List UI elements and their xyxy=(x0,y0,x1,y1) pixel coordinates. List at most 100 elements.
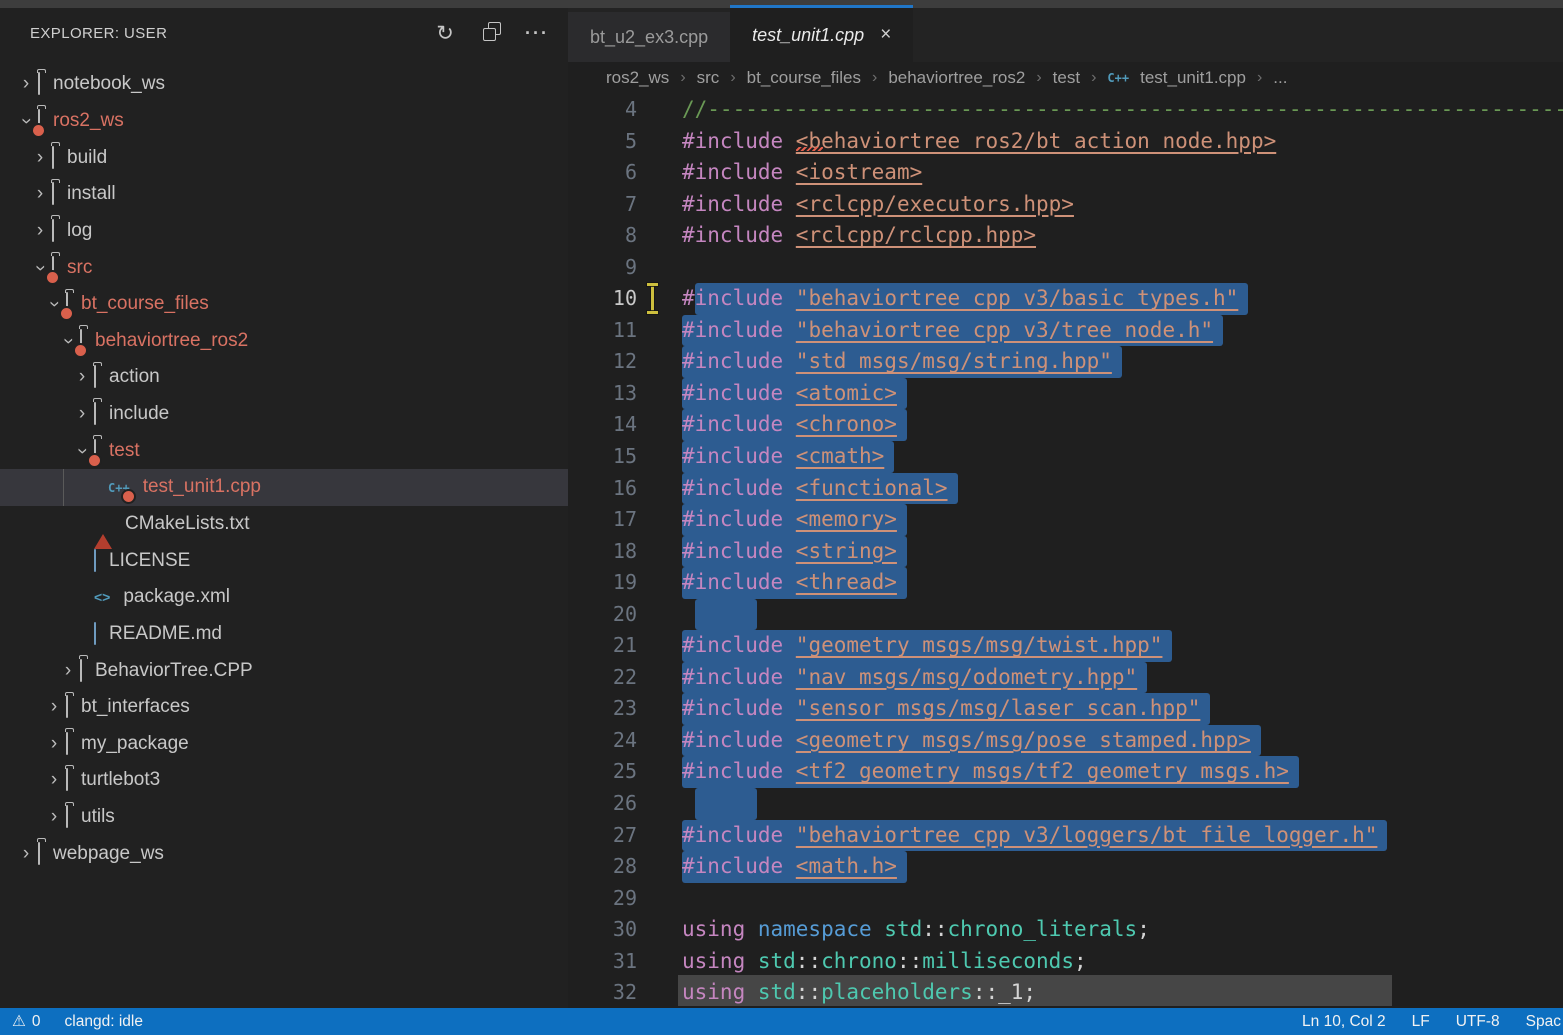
tree-item-src[interactable]: ›src xyxy=(0,249,568,286)
refresh-button[interactable]: ↻ xyxy=(432,20,458,46)
line-content[interactable]: #include "behaviortree_cpp_v3/basic_type… xyxy=(637,283,1563,315)
line-content[interactable]: using namespace std::chrono_literals; xyxy=(637,914,1563,946)
code-line-20[interactable]: 20 xyxy=(568,599,1563,631)
breadcrumb-item-test[interactable]: test xyxy=(1053,68,1080,88)
code-line-30[interactable]: 30using namespace std::chrono_literals; xyxy=(568,914,1563,946)
line-content[interactable] xyxy=(637,788,1563,820)
code-line-17[interactable]: 17#include <memory> xyxy=(568,504,1563,536)
code-line-32[interactable]: 32using std::placeholders::_1; xyxy=(568,977,1563,1008)
line-content[interactable]: #include <chrono> xyxy=(637,409,1563,441)
tree-item-LICENSE[interactable]: ›LICENSE xyxy=(0,542,568,579)
clangd-status[interactable]: clangd: idle xyxy=(65,1013,143,1031)
tree-item-my_package[interactable]: ›my_package xyxy=(0,726,568,763)
line-content[interactable]: #include <atomic> xyxy=(637,378,1563,410)
tree-item-behaviortree_ros2[interactable]: ›behaviortree_ros2 xyxy=(0,322,568,359)
more-actions-button[interactable]: ··· xyxy=(524,20,550,46)
problems-indicator[interactable]: ⚠ 0 xyxy=(12,1012,41,1031)
line-content[interactable]: #include <math.h> xyxy=(637,851,1563,883)
line-content[interactable]: #include <string> xyxy=(637,536,1563,568)
tree-item-log[interactable]: ›log xyxy=(0,213,568,250)
eol-indicator[interactable]: LF xyxy=(1412,1013,1430,1031)
code-line-25[interactable]: 25#include <tf2_geometry_msgs/tf2_geomet… xyxy=(568,756,1563,788)
tab-test_unit1.cpp[interactable]: test_unit1.cpp× xyxy=(730,5,913,62)
code-line-29[interactable]: 29 xyxy=(568,883,1563,915)
tree-item-package.xml[interactable]: ›<>package.xml xyxy=(0,579,568,616)
code-line-11[interactable]: 11#include "behaviortree_cpp_v3/tree_nod… xyxy=(568,315,1563,347)
line-content[interactable]: #include <memory> xyxy=(637,504,1563,536)
breadcrumb-item-src[interactable]: src xyxy=(697,68,720,88)
line-content[interactable]: using std::chrono::milliseconds; xyxy=(637,946,1563,978)
breadcrumb-item-ros2_ws[interactable]: ros2_ws xyxy=(606,68,669,88)
code-line-10[interactable]: 10#include "behaviortree_cpp_v3/basic_ty… xyxy=(568,283,1563,315)
line-content[interactable]: #include "nav_msgs/msg/odometry.hpp" xyxy=(637,662,1563,694)
code-line-26[interactable]: 26 xyxy=(568,788,1563,820)
line-content[interactable]: //--------------------------------------… xyxy=(637,94,1563,126)
code-line-15[interactable]: 15#include <cmath> xyxy=(568,441,1563,473)
line-content[interactable]: #include <behaviortree_ros2/bt_action_no… xyxy=(637,126,1563,158)
code-line-21[interactable]: 21#include "geometry_msgs/msg/twist.hpp" xyxy=(568,630,1563,662)
line-content[interactable]: #include <thread> xyxy=(637,567,1563,599)
tree-item-README.md[interactable]: ›README.md xyxy=(0,616,568,653)
line-content[interactable]: #include "behaviortree_cpp_v3/tree_node.… xyxy=(637,315,1563,347)
code-line-12[interactable]: 12#include "std_msgs/msg/string.hpp" xyxy=(568,346,1563,378)
tree-item-test_unit1.cpp[interactable]: ›C++test_unit1.cpp xyxy=(0,469,568,506)
line-content[interactable]: #include <tf2_geometry_msgs/tf2_geometry… xyxy=(637,756,1563,788)
line-content[interactable]: #include "behaviortree_cpp_v3/loggers/bt… xyxy=(637,820,1563,852)
code-line-27[interactable]: 27#include "behaviortree_cpp_v3/loggers/… xyxy=(568,820,1563,852)
breadcrumb-item-test_unit1.cpp[interactable]: test_unit1.cpp xyxy=(1140,68,1246,88)
breadcrumb-more[interactable]: ... xyxy=(1273,68,1287,88)
tree-item-turtlebot3[interactable]: ›turtlebot3 xyxy=(0,762,568,799)
code-line-23[interactable]: 23#include "sensor_msgs/msg/laser_scan.h… xyxy=(568,693,1563,725)
tree-item-webpage_ws[interactable]: ›webpage_ws xyxy=(0,835,568,872)
code-line-9[interactable]: 9 xyxy=(568,252,1563,284)
tree-item-test[interactable]: ›test xyxy=(0,432,568,469)
line-content[interactable]: #include <rclcpp/rclcpp.hpp> xyxy=(637,220,1563,252)
line-content[interactable]: #include "std_msgs/msg/string.hpp" xyxy=(637,346,1563,378)
collapse-all-button[interactable] xyxy=(478,20,504,46)
code-line-13[interactable]: 13#include <atomic> xyxy=(568,378,1563,410)
code-line-24[interactable]: 24#include <geometry_msgs/msg/pose_stamp… xyxy=(568,725,1563,757)
code-line-8[interactable]: 8#include <rclcpp/rclcpp.hpp> xyxy=(568,220,1563,252)
code-line-14[interactable]: 14#include <chrono> xyxy=(568,409,1563,441)
indentation-indicator[interactable]: Spac xyxy=(1526,1013,1561,1031)
tree-item-utils[interactable]: ›utils xyxy=(0,799,568,836)
line-content[interactable]: #include "sensor_msgs/msg/laser_scan.hpp… xyxy=(637,693,1563,725)
line-content[interactable] xyxy=(637,883,1563,915)
line-content[interactable]: #include <geometry_msgs/msg/pose_stamped… xyxy=(637,725,1563,757)
breadcrumb-item-behaviortree_ros2[interactable]: behaviortree_ros2 xyxy=(888,68,1025,88)
tree-item-bt_course_files[interactable]: ›bt_course_files xyxy=(0,286,568,323)
line-content[interactable] xyxy=(637,599,1563,631)
cursor-position[interactable]: Ln 10, Col 2 xyxy=(1302,1013,1386,1031)
tab-bt_u2_ex3.cpp[interactable]: bt_u2_ex3.cpp xyxy=(568,12,730,62)
line-content[interactable]: #include <rclcpp/executors.hpp> xyxy=(637,189,1563,221)
tree-item-include[interactable]: ›include xyxy=(0,396,568,433)
tree-item-action[interactable]: ›action xyxy=(0,359,568,396)
line-content[interactable] xyxy=(637,252,1563,284)
encoding-indicator[interactable]: UTF-8 xyxy=(1456,1013,1500,1031)
code-line-28[interactable]: 28#include <math.h> xyxy=(568,851,1563,883)
breadcrumb-item-bt_course_files[interactable]: bt_course_files xyxy=(747,68,861,88)
line-content[interactable]: using std::placeholders::_1; xyxy=(637,977,1563,1008)
line-content[interactable]: #include <functional> xyxy=(637,473,1563,505)
code-line-19[interactable]: 19#include <thread> xyxy=(568,567,1563,599)
code-line-6[interactable]: 6#include <iostream> xyxy=(568,157,1563,189)
code-editor[interactable]: 4//-------------------------------------… xyxy=(568,94,1563,1008)
code-line-31[interactable]: 31using std::chrono::milliseconds; xyxy=(568,946,1563,978)
code-line-4[interactable]: 4//-------------------------------------… xyxy=(568,94,1563,126)
line-content[interactable]: #include "geometry_msgs/msg/twist.hpp" xyxy=(637,630,1563,662)
code-line-22[interactable]: 22#include "nav_msgs/msg/odometry.hpp" xyxy=(568,662,1563,694)
tree-item-ros2_ws[interactable]: ›ros2_ws xyxy=(0,103,568,140)
line-content[interactable]: #include <cmath> xyxy=(637,441,1563,473)
tree-item-notebook_ws[interactable]: ›notebook_ws xyxy=(0,66,568,103)
tree-item-build[interactable]: ›build xyxy=(0,139,568,176)
tree-item-BehaviorTree.CPP[interactable]: ›BehaviorTree.CPP xyxy=(0,652,568,689)
tab-close-icon[interactable]: × xyxy=(880,24,891,46)
tree-item-install[interactable]: ›install xyxy=(0,176,568,213)
line-content[interactable]: #include <iostream> xyxy=(637,157,1563,189)
code-line-18[interactable]: 18#include <string> xyxy=(568,536,1563,568)
code-line-16[interactable]: 16#include <functional> xyxy=(568,473,1563,505)
code-line-5[interactable]: 5#include <behaviortree_ros2/bt_action_n… xyxy=(568,126,1563,158)
code-line-7[interactable]: 7#include <rclcpp/executors.hpp> xyxy=(568,189,1563,221)
tree-item-bt_interfaces[interactable]: ›bt_interfaces xyxy=(0,689,568,726)
tree-item-CMakeLists.txt[interactable]: ›CMakeLists.txt xyxy=(0,506,568,543)
